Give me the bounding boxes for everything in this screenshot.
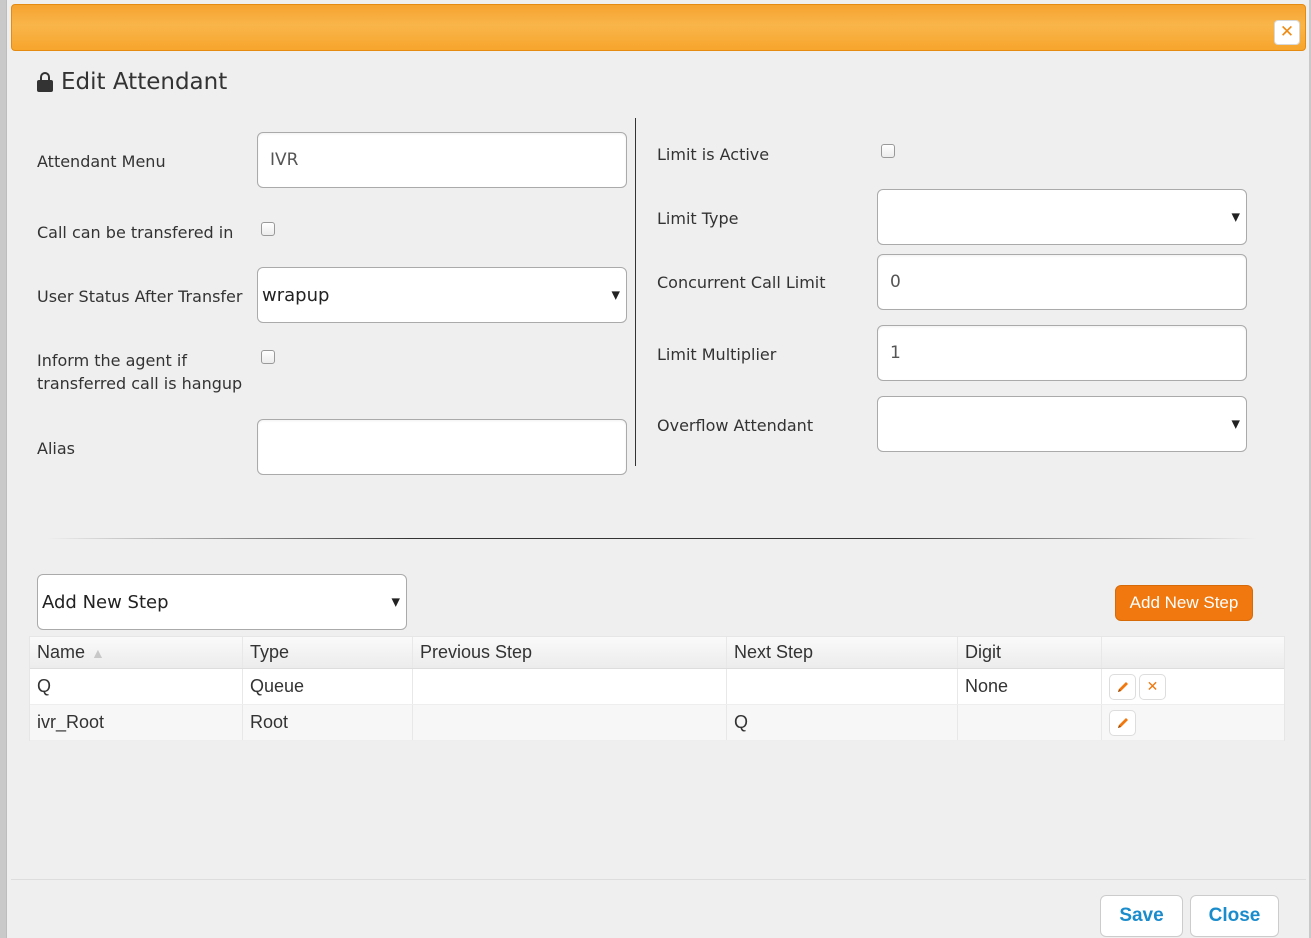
inform-agent-label-line1: Inform the agent if	[37, 351, 187, 370]
limit-multiplier-label: Limit Multiplier	[657, 345, 777, 364]
close-button[interactable]: Close	[1190, 895, 1279, 937]
column-header-digit[interactable]: Digit	[958, 637, 1102, 668]
cell-name: ivr_Root	[30, 705, 243, 740]
attendant-menu-input[interactable]: IVR	[257, 132, 627, 188]
add-step-select-value: Add New Step	[42, 591, 169, 613]
limit-type-label: Limit Type	[657, 209, 739, 228]
cell-previous-step	[413, 705, 727, 740]
lock-icon	[37, 71, 53, 93]
attendant-menu-value: IVR	[270, 150, 299, 170]
limit-active-label: Limit is Active	[657, 145, 770, 164]
save-button[interactable]: Save	[1100, 895, 1183, 937]
inform-agent-label-line2: transferred call is hangup	[37, 374, 243, 393]
cell-digit: None	[958, 669, 1102, 704]
column-header-previous-step[interactable]: Previous Step	[413, 637, 727, 668]
add-step-select[interactable]: Add New Step ▼	[37, 574, 407, 630]
pencil-icon[interactable]	[1109, 674, 1136, 700]
limit-multiplier-value: 1	[890, 343, 901, 363]
delete-x-icon[interactable]: ✕	[1139, 674, 1166, 700]
cell-name: Q	[30, 669, 243, 704]
column-header-actions	[1102, 637, 1286, 668]
column-header-type[interactable]: Type	[243, 637, 413, 668]
limit-multiplier-input[interactable]: 1	[877, 325, 1247, 381]
cell-digit	[958, 705, 1102, 740]
overflow-attendant-label: Overflow Attendant	[657, 416, 814, 435]
cell-type: Queue	[243, 669, 413, 704]
dropdown-arrow-icon: ▼	[1231, 417, 1240, 431]
concurrent-limit-input[interactable]: 0	[877, 254, 1247, 310]
section-divider	[47, 538, 1257, 539]
alias-label: Alias	[37, 439, 75, 458]
footer-divider	[11, 879, 1306, 880]
limit-active-checkbox[interactable]	[881, 144, 895, 158]
sort-asc-icon: ▲	[91, 644, 105, 661]
cell-next-step	[727, 669, 958, 704]
edit-attendant-dialog: ✕ Edit Attendant Attendant Menu IVR Call…	[6, 0, 1309, 938]
column-header-name[interactable]: Name ▲	[30, 637, 243, 668]
vertical-divider	[635, 118, 636, 466]
user-status-value: wrapup	[262, 284, 330, 306]
pencil-icon[interactable]	[1109, 710, 1136, 736]
add-new-step-button[interactable]: Add New Step	[1115, 585, 1253, 621]
close-icon[interactable]: ✕	[1274, 20, 1300, 45]
attendant-menu-label: Attendant Menu	[37, 152, 166, 171]
user-status-label: User Status After Transfer	[37, 287, 243, 306]
table-row[interactable]: ivr_Root Root Q	[30, 705, 1284, 741]
cell-next-step: Q	[727, 705, 958, 740]
dropdown-arrow-icon: ▼	[611, 288, 620, 302]
dialog-titlebar[interactable]: ✕	[11, 4, 1306, 51]
concurrent-limit-label: Concurrent Call Limit	[657, 273, 826, 292]
table-header: Name ▲ Type Previous Step Next Step Digit	[30, 637, 1284, 669]
dropdown-arrow-icon: ▼	[391, 595, 400, 609]
call-transfer-label: Call can be transfered in	[37, 223, 234, 242]
steps-table: Name ▲ Type Previous Step Next Step Digit…	[29, 636, 1285, 741]
cell-type: Root	[243, 705, 413, 740]
dropdown-arrow-icon: ▼	[1231, 210, 1240, 224]
page-title: Edit Attendant	[61, 69, 228, 95]
dialog-header: Edit Attendant	[37, 66, 227, 98]
cell-previous-step	[413, 669, 727, 704]
inform-agent-checkbox[interactable]	[261, 350, 275, 364]
table-row[interactable]: Q Queue None ✕	[30, 669, 1284, 705]
user-status-select[interactable]: wrapup ▼	[257, 267, 627, 323]
alias-input[interactable]	[257, 419, 627, 475]
limit-type-select[interactable]: ▼	[877, 189, 1247, 245]
concurrent-limit-value: 0	[890, 272, 901, 292]
overflow-attendant-select[interactable]: ▼	[877, 396, 1247, 452]
call-transfer-checkbox[interactable]	[261, 222, 275, 236]
column-header-next-step[interactable]: Next Step	[727, 637, 958, 668]
